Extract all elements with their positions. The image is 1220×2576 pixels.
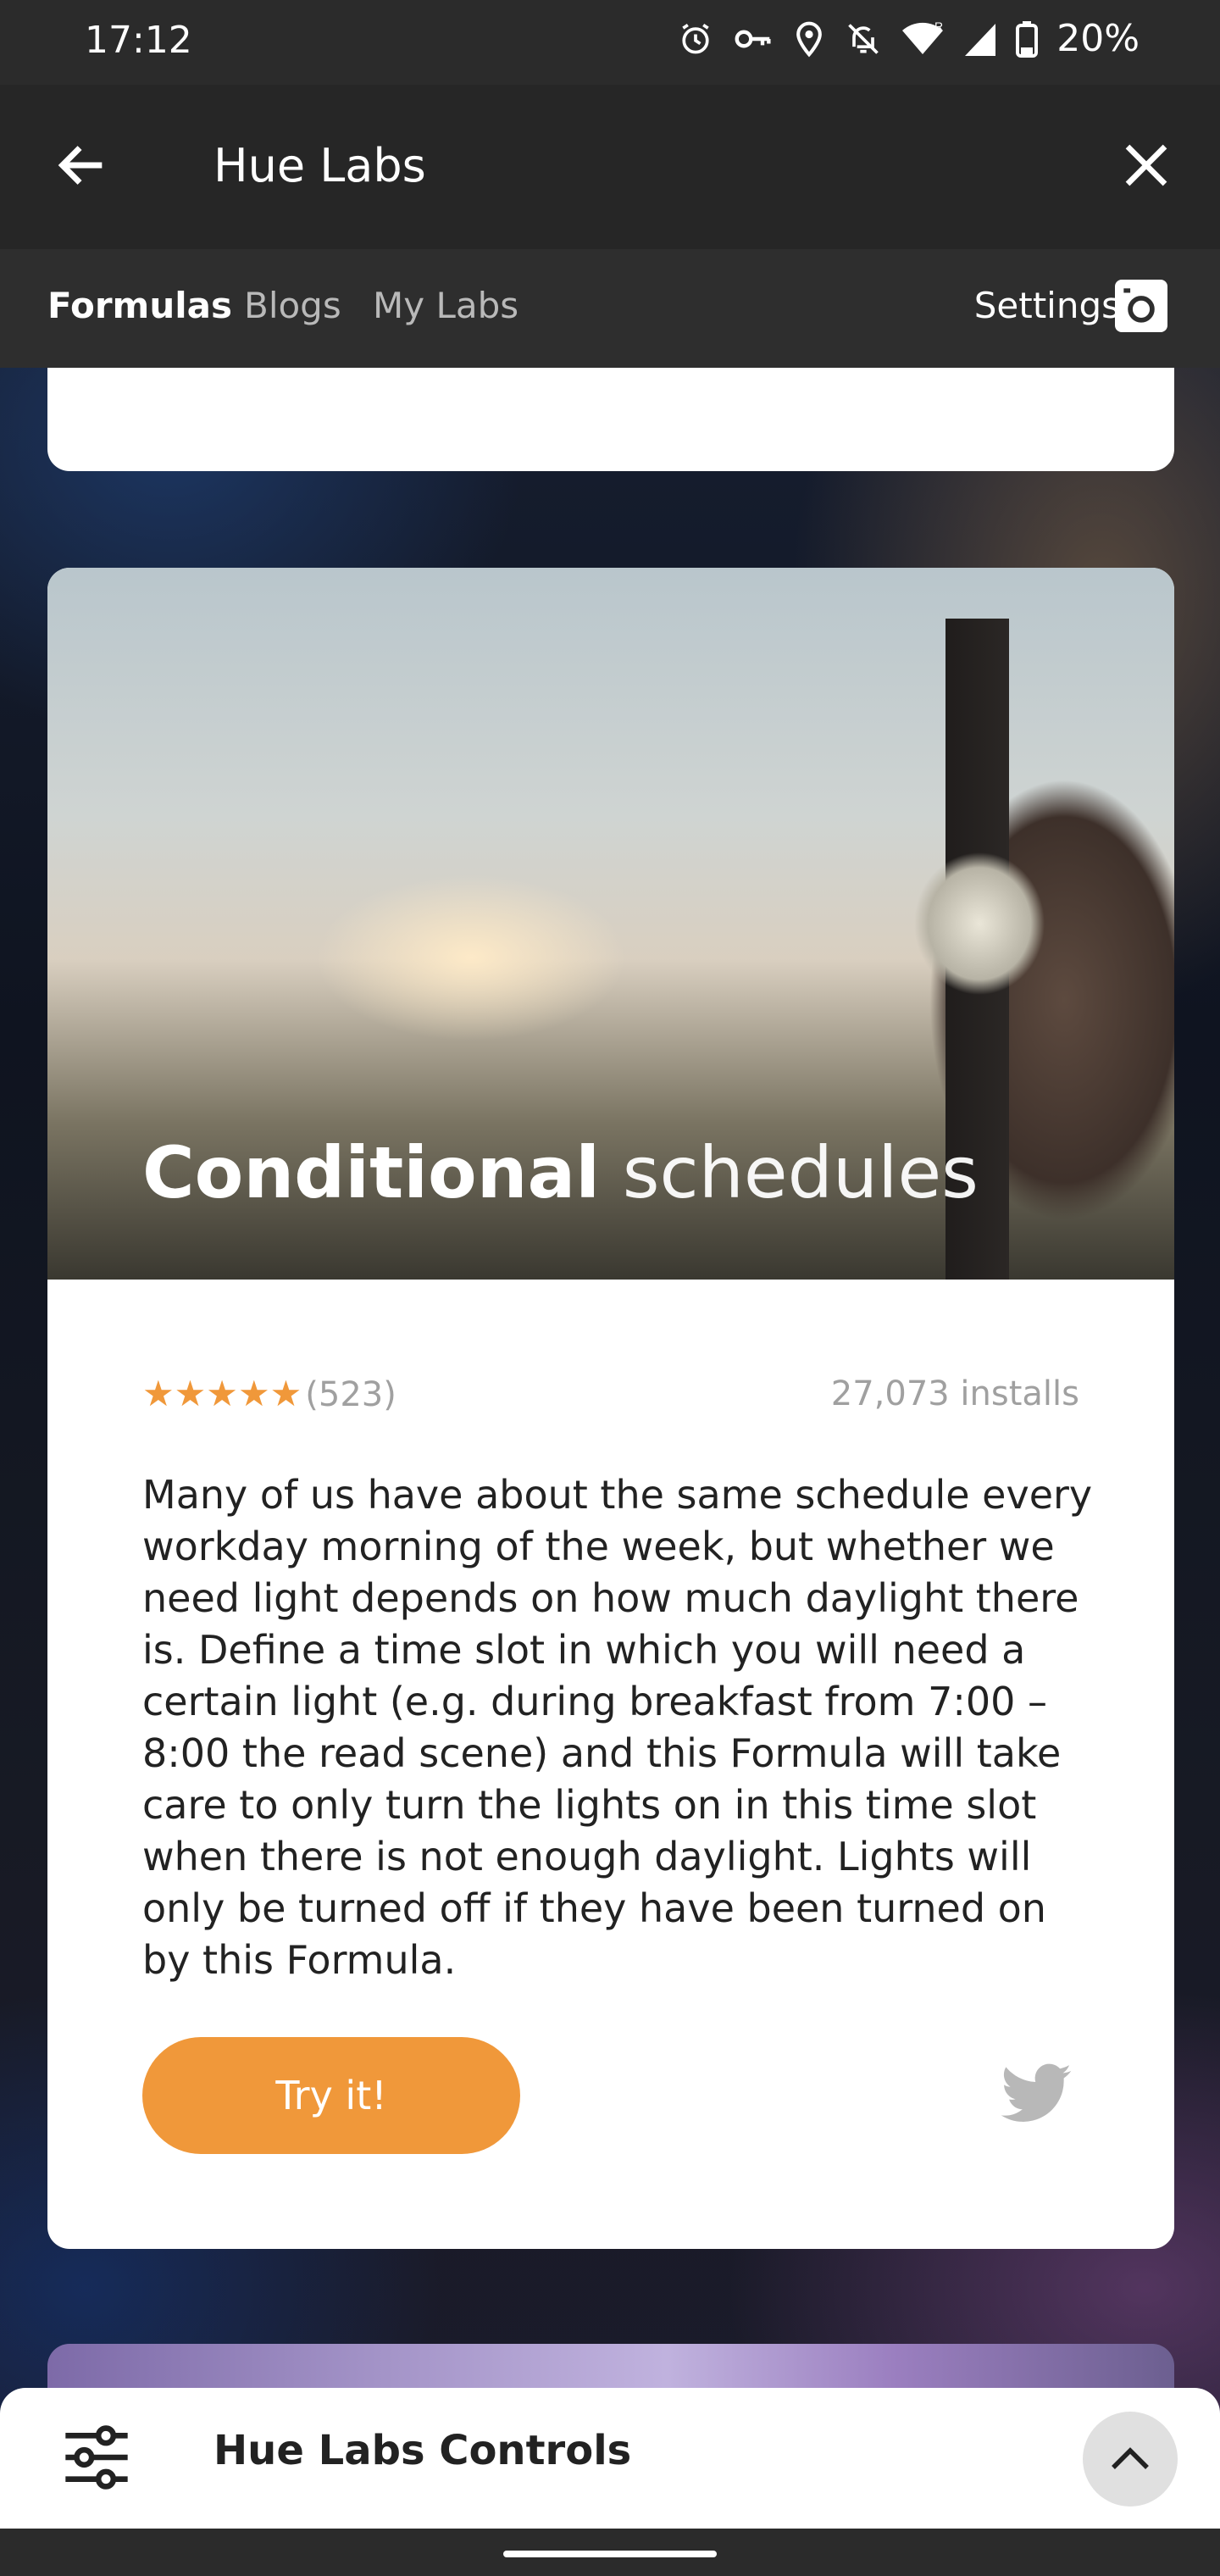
bridge-settings-icon[interactable] (1115, 280, 1167, 332)
alarm-icon (677, 20, 714, 58)
location-icon (792, 20, 826, 58)
formula-card: Conditional schedules ★★★★★ (523) 27,073 … (47, 568, 1174, 2249)
chevron-up-icon (1112, 2447, 1149, 2469)
svg-text:R: R (934, 20, 943, 33)
status-time: 17:12 (85, 19, 192, 62)
tab-bar: Formulas Blogs My Labs Settings (0, 249, 1220, 368)
tab-formulas[interactable]: Formulas (47, 285, 232, 326)
app-bar: Hue Labs (0, 85, 1220, 249)
signal-icon (963, 20, 997, 58)
tab-blogs[interactable]: Blogs (244, 285, 341, 326)
wifi-icon: R (901, 20, 945, 58)
rating-count: (523) (305, 1375, 396, 1414)
previous-formula-card (47, 368, 1174, 471)
close-icon[interactable] (1118, 137, 1174, 193)
formula-title-bold: Conditional (142, 1131, 601, 1214)
controls-sheet[interactable]: Hue Labs Controls (0, 2388, 1220, 2529)
status-icons: R 20% (677, 17, 1140, 60)
try-it-button[interactable]: Try it! (142, 2037, 520, 2154)
expand-button[interactable] (1083, 2412, 1178, 2507)
status-bar: 17:12 R 20% (0, 0, 1220, 85)
tab-my-labs[interactable]: My Labs (373, 285, 518, 326)
battery-icon (1016, 20, 1039, 58)
settings-link[interactable]: Settings (974, 285, 1120, 326)
stars-icon: ★★★★★ (142, 1373, 302, 1414)
battery-percent: 20% (1056, 17, 1140, 60)
notifications-off-icon (845, 20, 882, 58)
system-nav-bar (0, 2529, 1220, 2576)
install-count: 27,073 installs (830, 1374, 1079, 1413)
formula-hero-image: Conditional schedules (47, 568, 1174, 1280)
star-rating: ★★★★★ (523) (142, 1373, 396, 1414)
back-arrow-icon[interactable] (53, 136, 112, 195)
sliders-icon (59, 2420, 134, 2495)
formula-description: Many of us have about the same schedule … (142, 1472, 1093, 1983)
formula-title-light: schedules (622, 1131, 979, 1214)
key-icon (733, 20, 774, 58)
twitter-icon[interactable] (998, 2061, 1074, 2129)
controls-label: Hue Labs Controls (214, 2427, 632, 2474)
home-handle[interactable] (503, 2551, 717, 2557)
page-title: Hue Labs (214, 139, 426, 192)
formula-title: Conditional schedules (142, 1131, 979, 1214)
